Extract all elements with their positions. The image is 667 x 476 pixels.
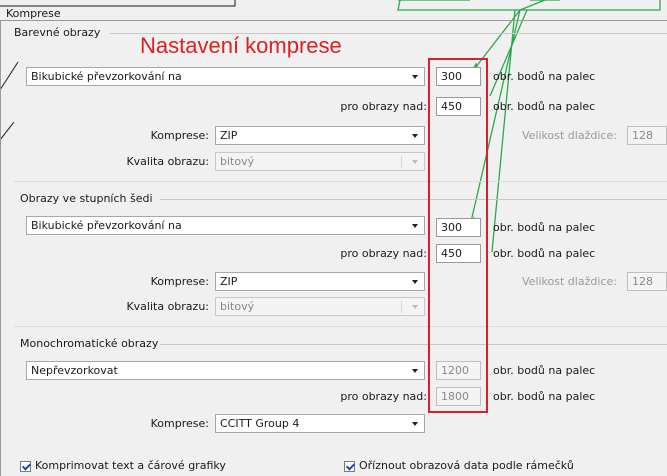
gray-resolution-unit: obr. bodů na palec bbox=[493, 221, 596, 234]
color-quality-select[interactable]: bitový bbox=[215, 152, 425, 171]
color-quality-label: Kvalita obrazu: bbox=[126, 155, 209, 168]
mono-compression-label: Komprese: bbox=[150, 417, 209, 430]
color-downsample-select[interactable]: Bikubické převzorkování na bbox=[26, 67, 425, 86]
mono-compression-value: CCITT Group 4 bbox=[220, 417, 300, 430]
color-compression-select[interactable]: ZIP bbox=[215, 126, 425, 145]
gray-above-unit: obr. bodů na palec bbox=[493, 247, 596, 260]
crop-images-label: Oříznout obrazová data podle rámečků bbox=[359, 459, 574, 472]
color-compression-value: ZIP bbox=[220, 129, 238, 142]
gray-quality-value: bitový bbox=[220, 300, 255, 313]
color-above-label: pro obrazy nad: bbox=[340, 100, 427, 113]
color-above-unit: obr. bodů na palec bbox=[493, 100, 596, 113]
select-separator bbox=[401, 156, 402, 168]
gray-compression-select[interactable]: ZIP bbox=[215, 272, 425, 291]
chevron-down-icon bbox=[412, 280, 418, 284]
chevron-down-icon bbox=[412, 75, 418, 79]
mono-section-title: Monochromatické obrazy bbox=[20, 337, 163, 350]
gray-section-title: Obrazy ve stupních šedi bbox=[20, 192, 157, 205]
mono-downsample-value: Nepřevzorkovat bbox=[31, 364, 118, 377]
chevron-down-icon bbox=[412, 422, 418, 426]
dialog-title: Komprese bbox=[6, 7, 61, 20]
gray-above-label: pro obrazy nad: bbox=[340, 247, 427, 260]
color-compression-label: Komprese: bbox=[150, 129, 209, 142]
crop-images-checkbox[interactable] bbox=[344, 461, 355, 472]
chevron-down-icon bbox=[412, 224, 418, 228]
chevron-down-icon bbox=[412, 160, 418, 164]
chevron-down-icon bbox=[412, 369, 418, 373]
color-tile-input[interactable]: 128 bbox=[627, 126, 667, 145]
gray-tile-input[interactable]: 128 bbox=[627, 272, 667, 291]
mono-above-label: pro obrazy nad: bbox=[340, 390, 427, 403]
compress-text-label: Komprimovat text a čárové grafiky bbox=[35, 459, 226, 472]
gray-quality-label: Kvalita obrazu: bbox=[126, 300, 209, 313]
gray-downsample-value: Bikubické převzorkování na bbox=[31, 219, 182, 232]
color-resolution-unit: obr. bodů na palec bbox=[493, 70, 596, 83]
gray-compression-label: Komprese: bbox=[150, 275, 209, 288]
chevron-down-icon bbox=[412, 305, 418, 309]
color-quality-value: bitový bbox=[220, 155, 255, 168]
color-downsample-value: Bikubické převzorkování na bbox=[31, 70, 182, 83]
mono-above-unit: obr. bodů na palec bbox=[493, 390, 596, 403]
select-separator bbox=[401, 301, 402, 313]
color-section-title: Barevné obrazy bbox=[14, 26, 105, 39]
mono-downsample-select[interactable]: Nepřevzorkovat bbox=[26, 361, 425, 380]
chevron-down-icon bbox=[412, 134, 418, 138]
compress-text-checkbox[interactable] bbox=[20, 461, 31, 472]
gray-downsample-select[interactable]: Bikubické převzorkování na bbox=[26, 216, 425, 235]
gray-compression-value: ZIP bbox=[220, 275, 238, 288]
gray-quality-select[interactable]: bitový bbox=[215, 297, 425, 316]
mono-resolution-unit: obr. bodů na palec bbox=[493, 364, 596, 377]
color-tile-label: Velikost dlaždice: bbox=[522, 129, 617, 142]
mono-compression-select[interactable]: CCITT Group 4 bbox=[215, 414, 425, 433]
highlight-box bbox=[428, 58, 488, 413]
annotation-title: Nastavení komprese bbox=[140, 33, 342, 58]
gray-tile-label: Velikost dlaždice: bbox=[522, 275, 617, 288]
